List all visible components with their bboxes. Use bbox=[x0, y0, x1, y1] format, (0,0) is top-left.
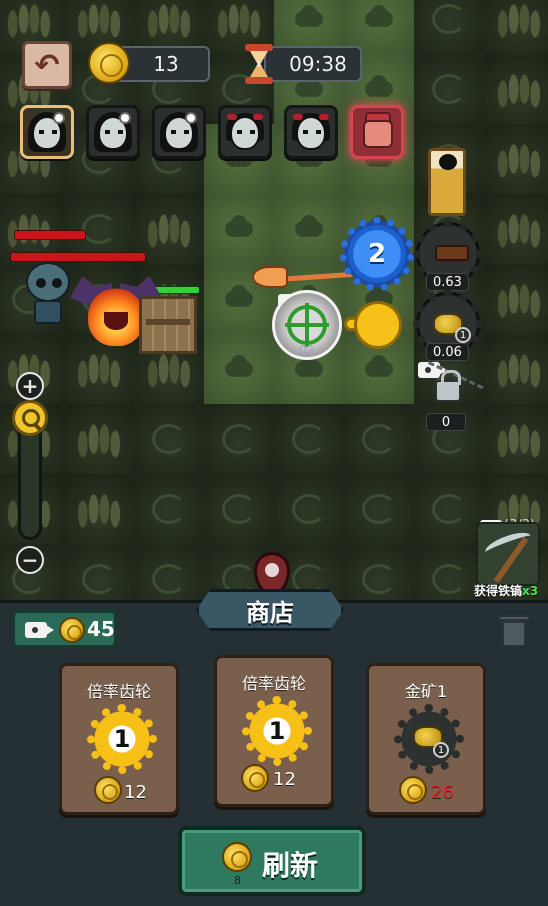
card-level: 1 bbox=[113, 725, 131, 753]
card-price: 12 bbox=[124, 782, 147, 803]
locked-value: 0 bbox=[426, 413, 466, 431]
zoom-in-button[interactable]: + bbox=[16, 372, 44, 400]
map-tile bbox=[484, 404, 548, 474]
refresh-label: 刷新 bbox=[262, 849, 319, 882]
crosshair-icon bbox=[285, 303, 329, 347]
zombie-enemy[interactable] bbox=[20, 262, 76, 326]
coin-icon bbox=[399, 776, 427, 804]
card-name: 倍率齿轮 bbox=[241, 674, 306, 693]
card-price: 26 bbox=[431, 782, 454, 803]
trash-icon[interactable] bbox=[498, 613, 530, 649]
pickaxe-label: 获得铁镐 bbox=[474, 584, 523, 598]
hourglass-icon bbox=[245, 44, 273, 84]
zoom-icon[interactable] bbox=[12, 400, 48, 436]
map-tile bbox=[204, 194, 274, 264]
lock-icon[interactable] bbox=[435, 370, 461, 402]
map-tile bbox=[134, 404, 204, 474]
map-tile bbox=[484, 54, 548, 124]
coin-icon bbox=[88, 42, 130, 84]
coin-icon bbox=[222, 842, 252, 872]
coin-count: 13 bbox=[153, 52, 179, 76]
character-slot-3[interactable] bbox=[152, 105, 206, 159]
timer-box: 09:38 bbox=[264, 46, 362, 82]
shop-card-2[interactable]: 倍率齿轮 1 12 bbox=[214, 655, 334, 807]
map-tile bbox=[134, 474, 204, 544]
target-sub: 02 bbox=[299, 343, 315, 357]
character-slot-2[interactable] bbox=[86, 105, 140, 159]
shop-card-1[interactable]: 倍率齿轮 1 12 bbox=[59, 663, 179, 815]
enemy-hp-bar bbox=[14, 230, 86, 240]
game-map[interactable]: ↶ 13 09:38 2 0.63 1 0.06 0 02 + − 获得铁镐x3 bbox=[0, 0, 548, 600]
map-tile bbox=[274, 194, 344, 264]
crossbow-icon bbox=[435, 245, 469, 261]
bed[interactable] bbox=[428, 148, 466, 216]
ad-coin-amount: 45 bbox=[87, 617, 115, 641]
map-tile bbox=[204, 474, 274, 544]
card-level: 1 bbox=[433, 742, 449, 758]
blue-gear-level: 2 bbox=[367, 239, 387, 269]
map-tile bbox=[204, 334, 274, 404]
back-button[interactable]: ↶ bbox=[22, 41, 72, 89]
map-tile bbox=[64, 404, 134, 474]
pickaxe-multiplier: x3 bbox=[522, 584, 539, 598]
enemy-hp-bar bbox=[10, 252, 146, 262]
video-icon bbox=[25, 622, 54, 638]
character-slot-5[interactable] bbox=[284, 105, 338, 159]
map-tile bbox=[344, 474, 414, 544]
map-tile bbox=[484, 334, 548, 404]
card-name: 金矿1 bbox=[404, 682, 448, 701]
map-tile bbox=[344, 404, 414, 474]
wooden-door[interactable] bbox=[139, 296, 197, 354]
pickaxe-label-row: 获得铁镐x3 bbox=[474, 582, 538, 599]
map-tile bbox=[484, 124, 548, 194]
map-tile bbox=[414, 0, 484, 54]
gold-ore-level: 1 bbox=[455, 327, 471, 343]
yellow-horn-button[interactable] bbox=[344, 299, 404, 353]
coin-icon bbox=[241, 764, 269, 792]
map-tile bbox=[274, 474, 344, 544]
character-slot-1[interactable] bbox=[20, 105, 74, 159]
map-tile bbox=[64, 474, 134, 544]
map-tile bbox=[64, 544, 134, 600]
gold-ore-value: 0.06 bbox=[426, 343, 469, 361]
card-name: 倍率齿轮 bbox=[86, 682, 151, 701]
map-tile bbox=[484, 194, 548, 264]
pickaxe-icon bbox=[482, 528, 534, 560]
card-price: 12 bbox=[273, 769, 296, 790]
refresh-button[interactable]: 8 刷新 bbox=[178, 826, 366, 896]
map-tile bbox=[414, 54, 484, 124]
refresh-cost: 8 bbox=[234, 874, 241, 887]
enemy-slot[interactable] bbox=[350, 105, 404, 159]
map-tile bbox=[274, 404, 344, 474]
ad-coin-button[interactable]: 45 bbox=[12, 610, 117, 648]
coin-icon bbox=[59, 617, 85, 643]
shop-title-text: 商店 bbox=[246, 598, 294, 627]
coin-icon bbox=[94, 776, 122, 804]
character-slot-4[interactable] bbox=[218, 105, 272, 159]
shop-card-3[interactable]: 金矿1 1 26 bbox=[366, 663, 486, 815]
shop-title: 商店 bbox=[186, 583, 354, 637]
back-icon: ↶ bbox=[34, 47, 60, 83]
map-tile bbox=[344, 544, 414, 600]
map-tile bbox=[204, 404, 274, 474]
pickaxe-button[interactable] bbox=[476, 522, 540, 586]
timer-text: 09:38 bbox=[289, 52, 347, 76]
map-tile bbox=[414, 474, 484, 544]
map-tile bbox=[484, 264, 548, 334]
blue-gear[interactable]: 2 bbox=[340, 217, 414, 291]
target-button[interactable]: 02 bbox=[272, 290, 342, 360]
map-tile bbox=[484, 0, 548, 54]
zoom-out-button[interactable]: − bbox=[16, 546, 44, 574]
card-level: 1 bbox=[268, 717, 286, 745]
